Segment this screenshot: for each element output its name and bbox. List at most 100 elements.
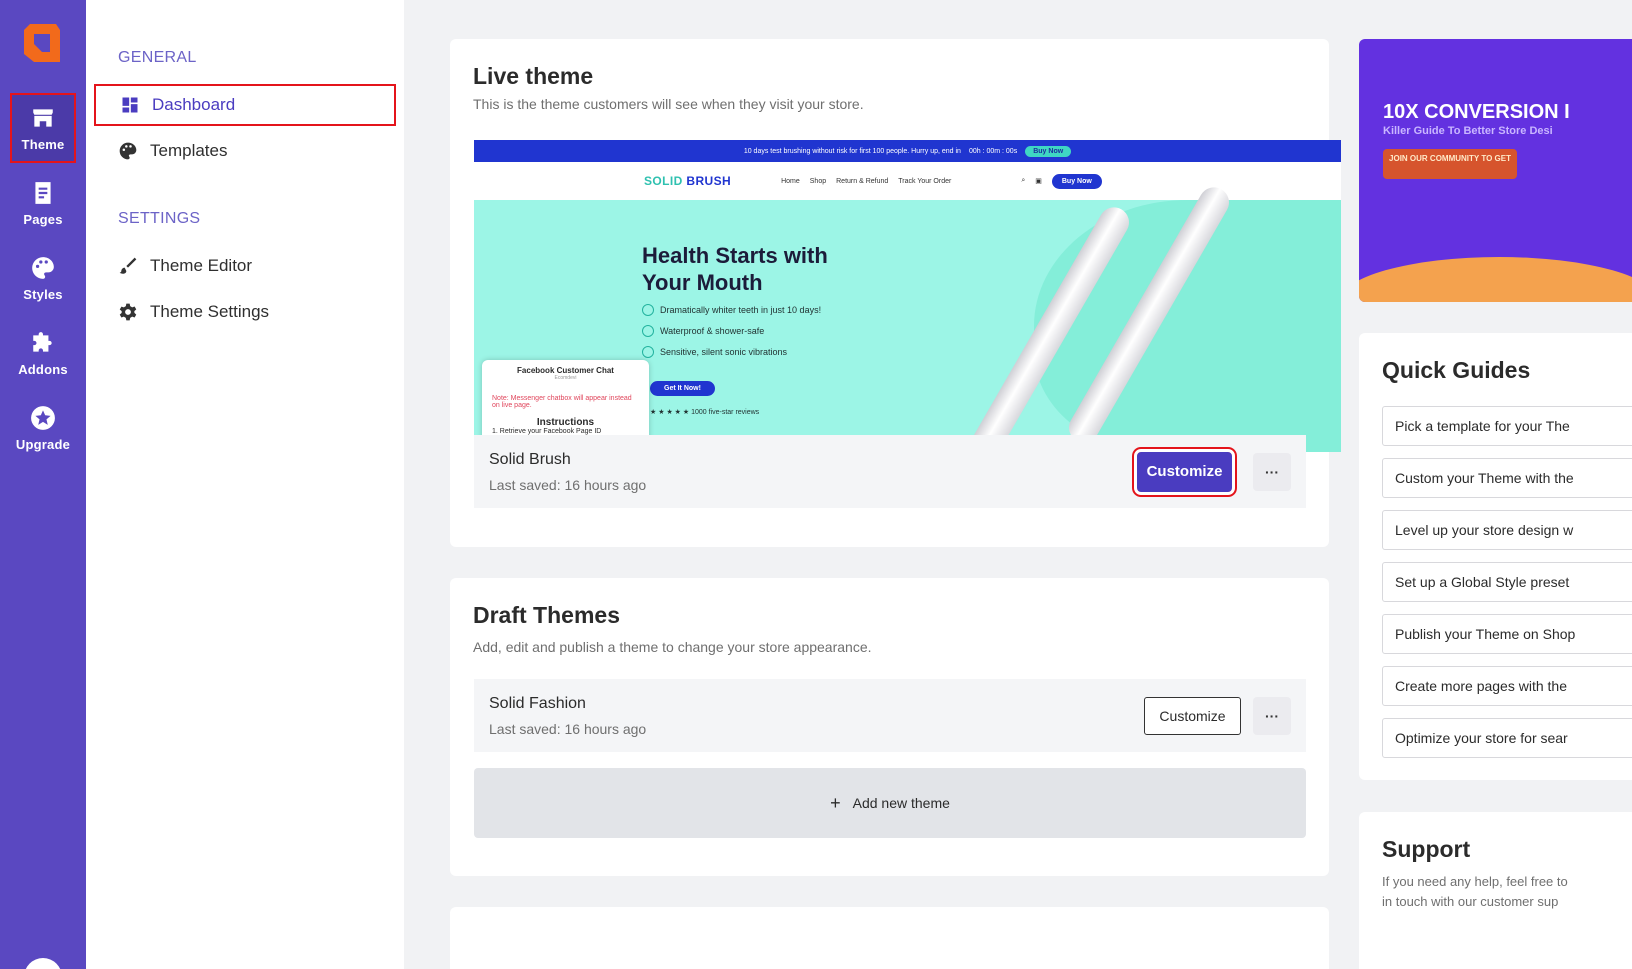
preview-headline: Health Starts with Your Mouth (642, 242, 828, 296)
nav-item-theme-settings[interactable]: Theme Settings (94, 291, 396, 333)
preview-nav-track: Track Your Order (898, 177, 952, 185)
more-options-button[interactable]: ··· (1253, 696, 1291, 735)
preview-header-button: Buy Now (1051, 173, 1102, 189)
preview-bullet-text: Sensitive, silent sonic vibrations (660, 347, 788, 357)
live-theme-card: Live theme This is the theme customers w… (450, 39, 1341, 547)
preview-bullet-text: Dramatically whiter teeth in just 10 day… (660, 305, 822, 315)
more-options-button[interactable]: ··· (1253, 452, 1291, 491)
rail-item-label: Styles (23, 286, 63, 302)
preview-nav-refund: Return & Refund (836, 177, 889, 185)
draft-theme-row: Solid Fashion Last saved: 16 hours ago C… (474, 679, 1306, 752)
rail-item-label: Theme (21, 136, 65, 152)
nav-item-label: Dashboard (152, 95, 236, 114)
live-theme-row: Solid Brush Last saved: 16 hours ago Cus… (474, 435, 1306, 508)
draft-themes-subtitle: Add, edit and publish a theme to change … (473, 639, 872, 655)
preview-bullet: Waterproof & shower-safe (642, 325, 764, 337)
guide-item[interactable]: Pick a template for your The (1382, 406, 1632, 446)
rail-item-upgrade[interactable]: Upgrade (10, 393, 76, 463)
rail-item-addons[interactable]: Addons (10, 318, 76, 388)
rail-item-styles[interactable]: Styles (10, 243, 76, 313)
guide-item[interactable]: Custom your Theme with the (1382, 458, 1632, 498)
preview-countdown: 00h : 00m : 00s (968, 147, 1018, 155)
preview-brand-b: BRUSH (686, 174, 732, 188)
avatar[interactable] (24, 958, 62, 969)
theme-last-saved: Last saved: 16 hours ago (489, 476, 647, 493)
rail-item-pages[interactable]: Pages (10, 168, 76, 238)
preview-headline-1: Health Starts with (642, 243, 828, 268)
rail-item-label: Pages (23, 211, 63, 227)
customize-button[interactable]: Customize (1134, 448, 1235, 495)
add-new-theme-button[interactable]: + Add new theme (474, 768, 1306, 838)
draft-themes-title: Draft Themes (473, 602, 620, 628)
guide-item[interactable]: Level up your store design w (1382, 510, 1632, 550)
live-theme-title: Live theme (473, 63, 594, 89)
nav-item-templates[interactable]: Templates (94, 130, 396, 172)
preview-chat-warning: Note: Messenger chatbox will appear inst… (492, 395, 632, 409)
preview-bullet: Sensitive, silent sonic vibrations (642, 346, 787, 358)
promo-subline: Killer Guide To Better Store Desi (1383, 125, 1553, 137)
promo-banner[interactable]: 10X CONVERSION I Killer Guide To Better … (1359, 39, 1632, 302)
nav-section-settings: SETTINGS (118, 210, 201, 227)
preview-chat-instructions: Instructions (536, 417, 595, 428)
puzzle-icon (33, 331, 52, 352)
theme-name: Solid Brush (489, 450, 571, 468)
support-line: in touch with our customer sup (1382, 894, 1559, 909)
secondary-nav: GENERAL Dashboard Templates SETTINGS The… (86, 0, 404, 969)
dashboard-icon (122, 97, 138, 113)
nav-item-label: Theme Settings (150, 302, 270, 321)
support-title: Support (1382, 836, 1471, 862)
rail-item-theme[interactable]: Theme (10, 93, 76, 163)
support-line: If you need any help, feel free to (1382, 874, 1568, 889)
check-icon (642, 304, 654, 316)
preview-topbar-button: Buy Now (1025, 145, 1072, 157)
nav-item-theme-editor[interactable]: Theme Editor (94, 245, 396, 287)
rail-item-label: Addons (18, 361, 68, 377)
palette-icon (119, 142, 137, 160)
draft-themes-card: Draft Themes Add, edit and publish a the… (450, 578, 1329, 876)
page-icon (35, 181, 51, 204)
quick-guides-title: Quick Guides (1382, 357, 1531, 383)
preview-brand-a: SOLID (644, 174, 683, 188)
guide-item[interactable]: Create more pages with the (1382, 666, 1632, 706)
preview-chat-step: 1. Retrieve your Facebook Page ID (492, 428, 602, 435)
promo-cta-button[interactable]: JOIN OUR COMMUNITY TO GET (1383, 149, 1517, 179)
live-theme-subtitle: This is the theme customers will see whe… (473, 96, 864, 112)
preview-chat-sub: Ecomdevi (554, 375, 577, 381)
preview-chat-title: Facebook Customer Chat (517, 366, 614, 375)
store-icon (33, 108, 53, 127)
next-card (450, 907, 1329, 969)
preview-nav-home: Home (781, 177, 800, 185)
guide-item[interactable]: Set up a Global Style preset (1382, 562, 1632, 602)
guide-item[interactable]: Optimize your store for sear (1382, 718, 1632, 758)
preview-announcement-text: 10 days test brushing without risk for f… (743, 147, 961, 155)
check-icon (642, 346, 654, 358)
palette-icon (32, 256, 54, 279)
promo-headline: 10X CONVERSION I (1383, 101, 1570, 123)
preview-reviews: ★ ★ ★ ★ ★ 1000 five-star reviews (650, 409, 760, 416)
nav-item-dashboard[interactable]: Dashboard (94, 84, 396, 126)
preview-nav-shop: Shop (809, 177, 827, 185)
customize-button[interactable]: Customize (1144, 696, 1241, 735)
guide-item[interactable]: Publish your Theme on Shop (1382, 614, 1632, 654)
preview-bullet: Dramatically whiter teeth in just 10 day… (642, 304, 821, 316)
theme-last-saved: Last saved: 16 hours ago (489, 720, 647, 737)
add-new-theme-label: Add new theme (852, 795, 950, 811)
nav-section-general: GENERAL (118, 49, 197, 66)
support-card: Support If you need any help, feel free … (1359, 812, 1632, 969)
nav-item-label: Theme Editor (150, 256, 253, 275)
preview-headline-2: Your Mouth (642, 270, 763, 295)
app-logo-icon[interactable] (22, 22, 62, 64)
app-rail: Theme Pages Styles Addons Upgrade (0, 0, 86, 969)
plus-icon: + (830, 792, 841, 813)
preview-bullet-text: Waterproof & shower-safe (660, 326, 765, 336)
rail-item-label: Upgrade (15, 436, 71, 452)
preview-brand: SOLID BRUSH (644, 174, 731, 188)
preview-announcement-bar: 10 days test brushing without risk for f… (474, 140, 1341, 162)
theme-preview[interactable]: 10 days test brushing without risk for f… (474, 140, 1341, 452)
support-text: If you need any help, feel free to in tou… (1382, 872, 1568, 912)
gear-icon (119, 303, 137, 321)
promo-beach-illustration (1359, 257, 1632, 302)
preview-cta-button: Get It Now! (650, 381, 715, 396)
preview-cart-icon: ▣ (1035, 178, 1042, 185)
brush-icon (119, 257, 137, 274)
